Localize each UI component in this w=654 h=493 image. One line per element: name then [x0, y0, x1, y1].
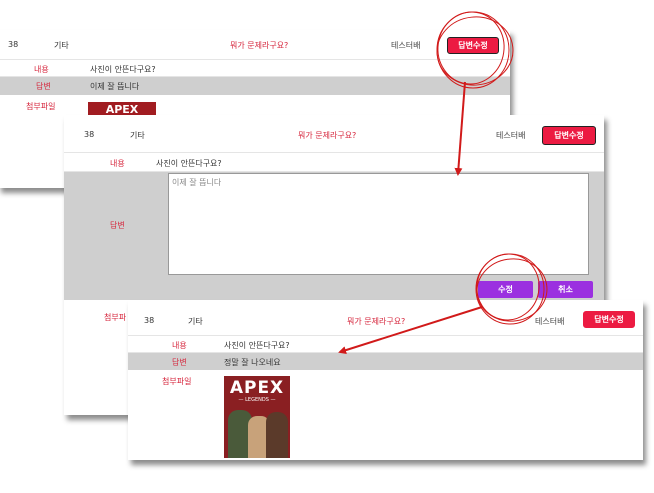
- highlight-circle-submit-button: [475, 253, 548, 325]
- arrow-to-updated-answer: [338, 306, 483, 355]
- arrow-to-edit-form: [454, 81, 466, 176]
- annotation-overlay: [338, 11, 548, 355]
- highlight-circle-edit-button: [436, 11, 514, 89]
